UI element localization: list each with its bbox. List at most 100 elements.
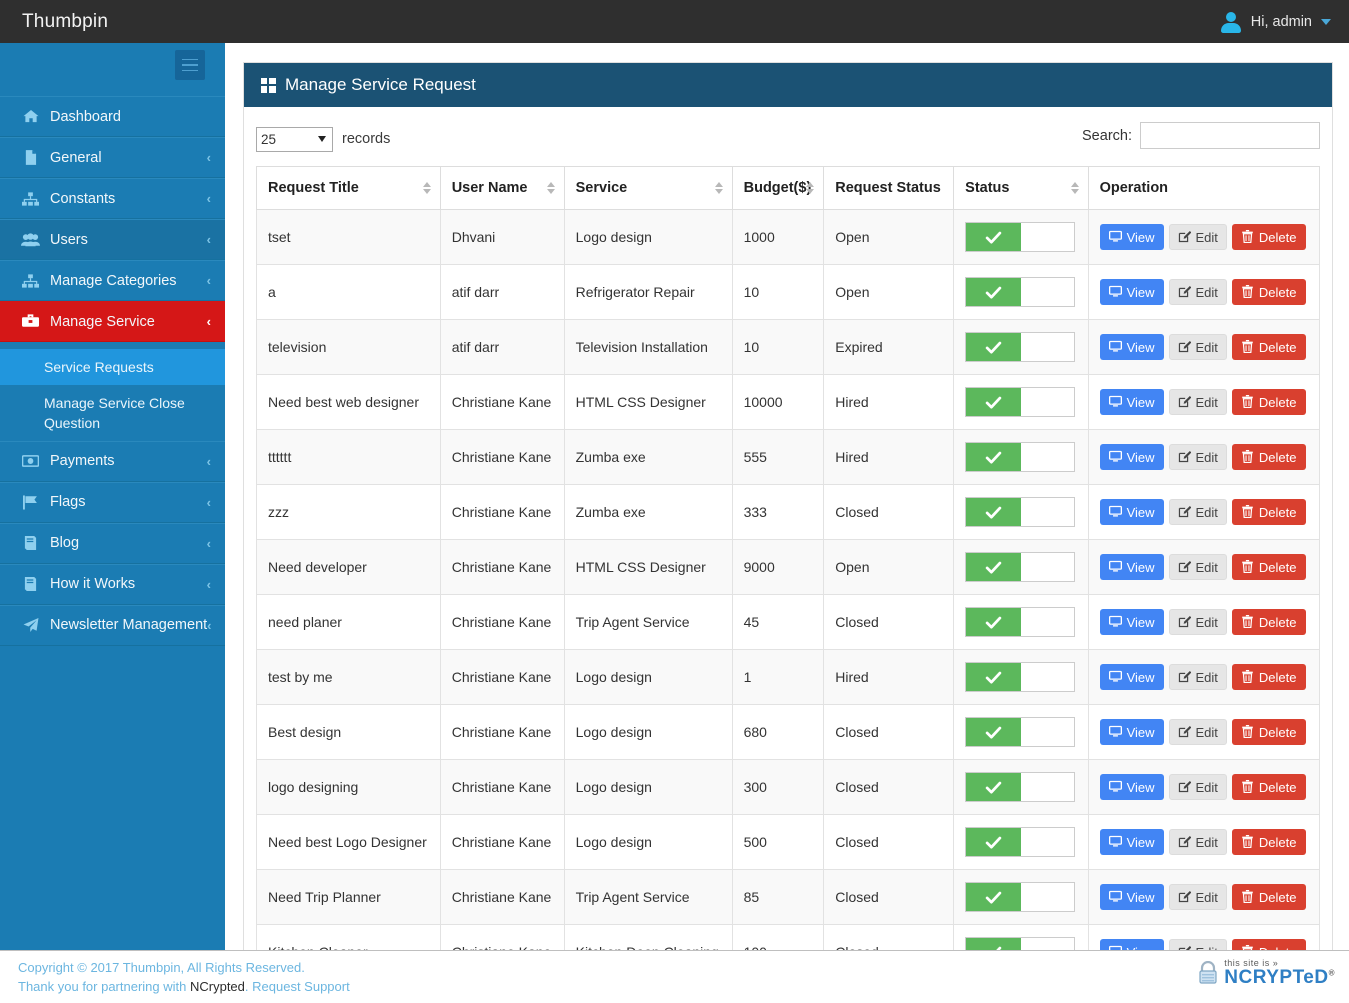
- delete-button[interactable]: Delete: [1231, 609, 1306, 635]
- submenu-item-manage-service-close-question[interactable]: Manage Service Close Question: [0, 386, 225, 441]
- cell-title: zzz: [256, 484, 441, 540]
- toggle-on-check-icon: [966, 663, 1022, 691]
- cell-operation: View Edit Delete: [1087, 374, 1321, 430]
- edit-button[interactable]: Edit: [1168, 224, 1227, 250]
- status-toggle[interactable]: [965, 772, 1076, 802]
- view-button[interactable]: View: [1099, 554, 1164, 580]
- delete-button[interactable]: Delete: [1231, 719, 1306, 745]
- edit-button[interactable]: Edit: [1168, 719, 1227, 745]
- edit-button[interactable]: Edit: [1168, 774, 1227, 800]
- edit-button[interactable]: Edit: [1168, 279, 1227, 305]
- cell-user: Christiane Kane: [439, 649, 565, 705]
- view-button[interactable]: View: [1099, 334, 1164, 360]
- view-button-label: View: [1126, 339, 1155, 355]
- edit-button[interactable]: Edit: [1168, 499, 1227, 525]
- column-header-service[interactable]: Service: [563, 166, 733, 210]
- status-toggle[interactable]: [965, 387, 1076, 417]
- edit-button[interactable]: Edit: [1168, 444, 1227, 470]
- view-button[interactable]: View: [1099, 829, 1164, 855]
- delete-button[interactable]: Delete: [1231, 279, 1306, 305]
- cell-service: Trip Agent Service: [563, 594, 733, 650]
- edit-button[interactable]: Edit: [1168, 884, 1227, 910]
- view-button[interactable]: View: [1099, 224, 1164, 250]
- status-toggle[interactable]: [965, 277, 1076, 307]
- status-toggle[interactable]: [965, 607, 1076, 637]
- page-length-select[interactable]: 25: [256, 126, 333, 152]
- delete-button[interactable]: Delete: [1231, 389, 1306, 415]
- column-header-user-name[interactable]: User Name: [439, 166, 565, 210]
- edit-button[interactable]: Edit: [1168, 554, 1227, 580]
- hamburger-icon[interactable]: [175, 50, 205, 80]
- partner-name[interactable]: NCrypted: [190, 979, 245, 994]
- view-button[interactable]: View: [1099, 719, 1164, 745]
- status-toggle[interactable]: [965, 827, 1076, 857]
- sidebar-item-how-it-works[interactable]: How it Works ‹: [0, 563, 225, 605]
- sidebar-item-payments[interactable]: Payments ‹: [0, 440, 225, 482]
- view-button[interactable]: View: [1099, 389, 1164, 415]
- cell-status: [953, 429, 1089, 485]
- sort-arrows-icon: [1070, 182, 1079, 194]
- delete-button[interactable]: Delete: [1231, 829, 1306, 855]
- view-button[interactable]: View: [1099, 279, 1164, 305]
- delete-button[interactable]: Delete: [1231, 499, 1306, 525]
- view-button-label: View: [1126, 669, 1155, 685]
- view-button[interactable]: View: [1099, 609, 1164, 635]
- delete-button[interactable]: Delete: [1231, 884, 1306, 910]
- sidebar-item-newsletter-management[interactable]: Newsletter Management ‹: [0, 604, 225, 646]
- sidebar-item-dashboard[interactable]: Dashboard: [0, 96, 225, 137]
- status-toggle[interactable]: [965, 882, 1076, 912]
- view-button[interactable]: View: [1099, 499, 1164, 525]
- users-icon: [20, 232, 41, 247]
- status-toggle[interactable]: [965, 332, 1076, 362]
- user-menu[interactable]: Hi, admin: [1220, 0, 1331, 43]
- column-header-budget[interactable]: Budget($): [731, 166, 825, 210]
- view-button[interactable]: View: [1099, 444, 1164, 470]
- delete-button[interactable]: Delete: [1231, 224, 1306, 250]
- trash-icon: [1241, 284, 1254, 300]
- chevron-left-icon: ‹: [207, 617, 212, 633]
- table-row: Best design Christiane Kane Logo design 680…: [256, 704, 1321, 760]
- ncrypted-badge[interactable]: this site is » NCRYPTeD®: [1197, 959, 1335, 987]
- submenu-item-service-requests[interactable]: Service Requests: [0, 349, 225, 386]
- brand-logo[interactable]: Thumbpin: [22, 0, 108, 43]
- sidebar-item-manage-service[interactable]: Manage Service ‹: [0, 301, 225, 342]
- search-input[interactable]: [1140, 122, 1320, 149]
- status-toggle[interactable]: [965, 552, 1076, 582]
- sidebar-item-manage-categories[interactable]: Manage Categories ‹: [0, 260, 225, 301]
- delete-button[interactable]: Delete: [1231, 554, 1306, 580]
- edit-button[interactable]: Edit: [1168, 829, 1227, 855]
- sidebar-item-label: Flags: [50, 494, 86, 511]
- delete-button[interactable]: Delete: [1231, 444, 1306, 470]
- status-toggle[interactable]: [965, 222, 1076, 252]
- sidebar-item-flags[interactable]: Flags ‹: [0, 481, 225, 523]
- column-header-request-title[interactable]: Request Title: [256, 166, 441, 210]
- cell-title: logo designing: [256, 759, 441, 815]
- sidebar-item-constants[interactable]: Constants ‹: [0, 178, 225, 219]
- cell-user: Christiane Kane: [439, 814, 565, 870]
- padlock-icon: [1197, 961, 1219, 985]
- view-button[interactable]: View: [1099, 664, 1164, 690]
- status-toggle[interactable]: [965, 662, 1076, 692]
- view-button[interactable]: View: [1099, 884, 1164, 910]
- sidebar-item-general[interactable]: General ‹: [0, 137, 225, 178]
- partner-suffix[interactable]: . Request Support: [245, 979, 350, 994]
- status-toggle[interactable]: [965, 442, 1076, 472]
- file-icon: [20, 150, 41, 165]
- delete-button[interactable]: Delete: [1231, 334, 1306, 360]
- edit-button[interactable]: Edit: [1168, 664, 1227, 690]
- edit-button[interactable]: Edit: [1168, 609, 1227, 635]
- edit-button[interactable]: Edit: [1168, 389, 1227, 415]
- delete-button[interactable]: Delete: [1231, 664, 1306, 690]
- cell-title: need planer: [256, 594, 441, 650]
- submenu-spacer: [0, 342, 225, 349]
- sidebar-item-blog[interactable]: Blog ‹: [0, 522, 225, 564]
- view-button[interactable]: View: [1099, 774, 1164, 800]
- column-header-status[interactable]: Status: [953, 166, 1089, 210]
- cell-title: tttttt: [256, 429, 441, 485]
- cell-user: Dhvani: [439, 209, 565, 265]
- status-toggle[interactable]: [965, 717, 1076, 747]
- status-toggle[interactable]: [965, 497, 1076, 527]
- edit-button[interactable]: Edit: [1168, 334, 1227, 360]
- sidebar-item-users[interactable]: Users ‹: [0, 219, 225, 260]
- delete-button[interactable]: Delete: [1231, 774, 1306, 800]
